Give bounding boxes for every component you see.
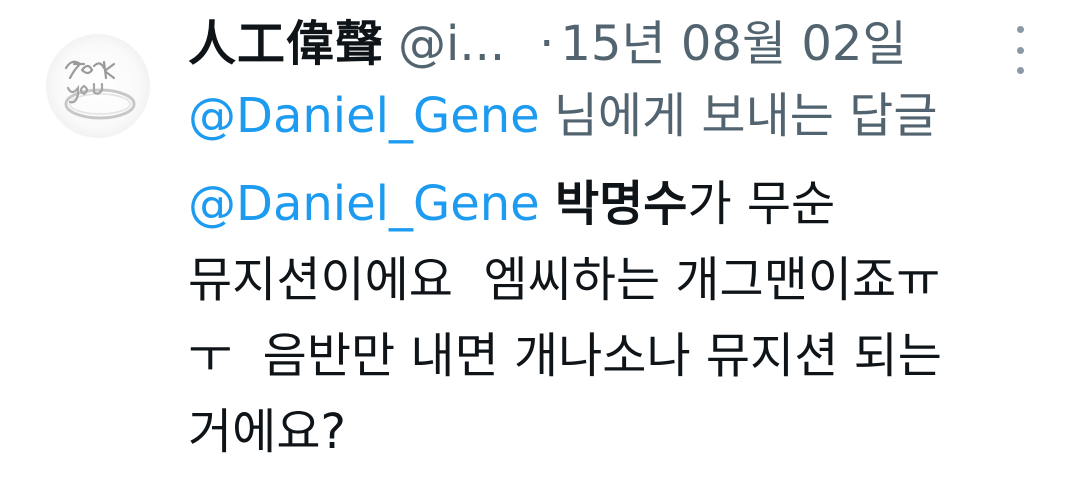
more-dot [1016, 26, 1024, 33]
tweet-body: @Daniel_Gene 박명수가 무순 뮤지션이에요 엠씨하는 개그맨이죠ㅠ … [188, 166, 1048, 470]
tweet-date[interactable]: 15년 08월 02일 [560, 20, 906, 68]
user-handle[interactable]: @i... [398, 20, 505, 68]
ring-avatar-icon [64, 60, 136, 120]
separator-dot: · [539, 16, 555, 72]
more-vertical-icon[interactable] [1008, 26, 1032, 74]
tweet-header: 人工偉聲 @i... · 15년 08월 02일 [188, 8, 907, 80]
more-dot [1016, 46, 1024, 54]
replying-to: @Daniel_Gene 님에게 보내는 답글 [188, 80, 937, 152]
reply-mention-link[interactable]: @Daniel_Gene [188, 92, 540, 140]
body-mention-link[interactable]: @Daniel_Gene [188, 176, 540, 232]
avatar[interactable] [46, 34, 150, 138]
body-strong-text: 박명수 [554, 176, 688, 232]
display-name[interactable]: 人工偉聲 [188, 20, 384, 68]
body-space [540, 176, 555, 232]
tweet: 人工偉聲 @i... · 15년 08월 02일 @Daniel_Gene 님에… [0, 0, 1080, 482]
more-dot [1016, 67, 1024, 74]
reply-to-label: 님에게 보내는 답글 [553, 88, 938, 144]
